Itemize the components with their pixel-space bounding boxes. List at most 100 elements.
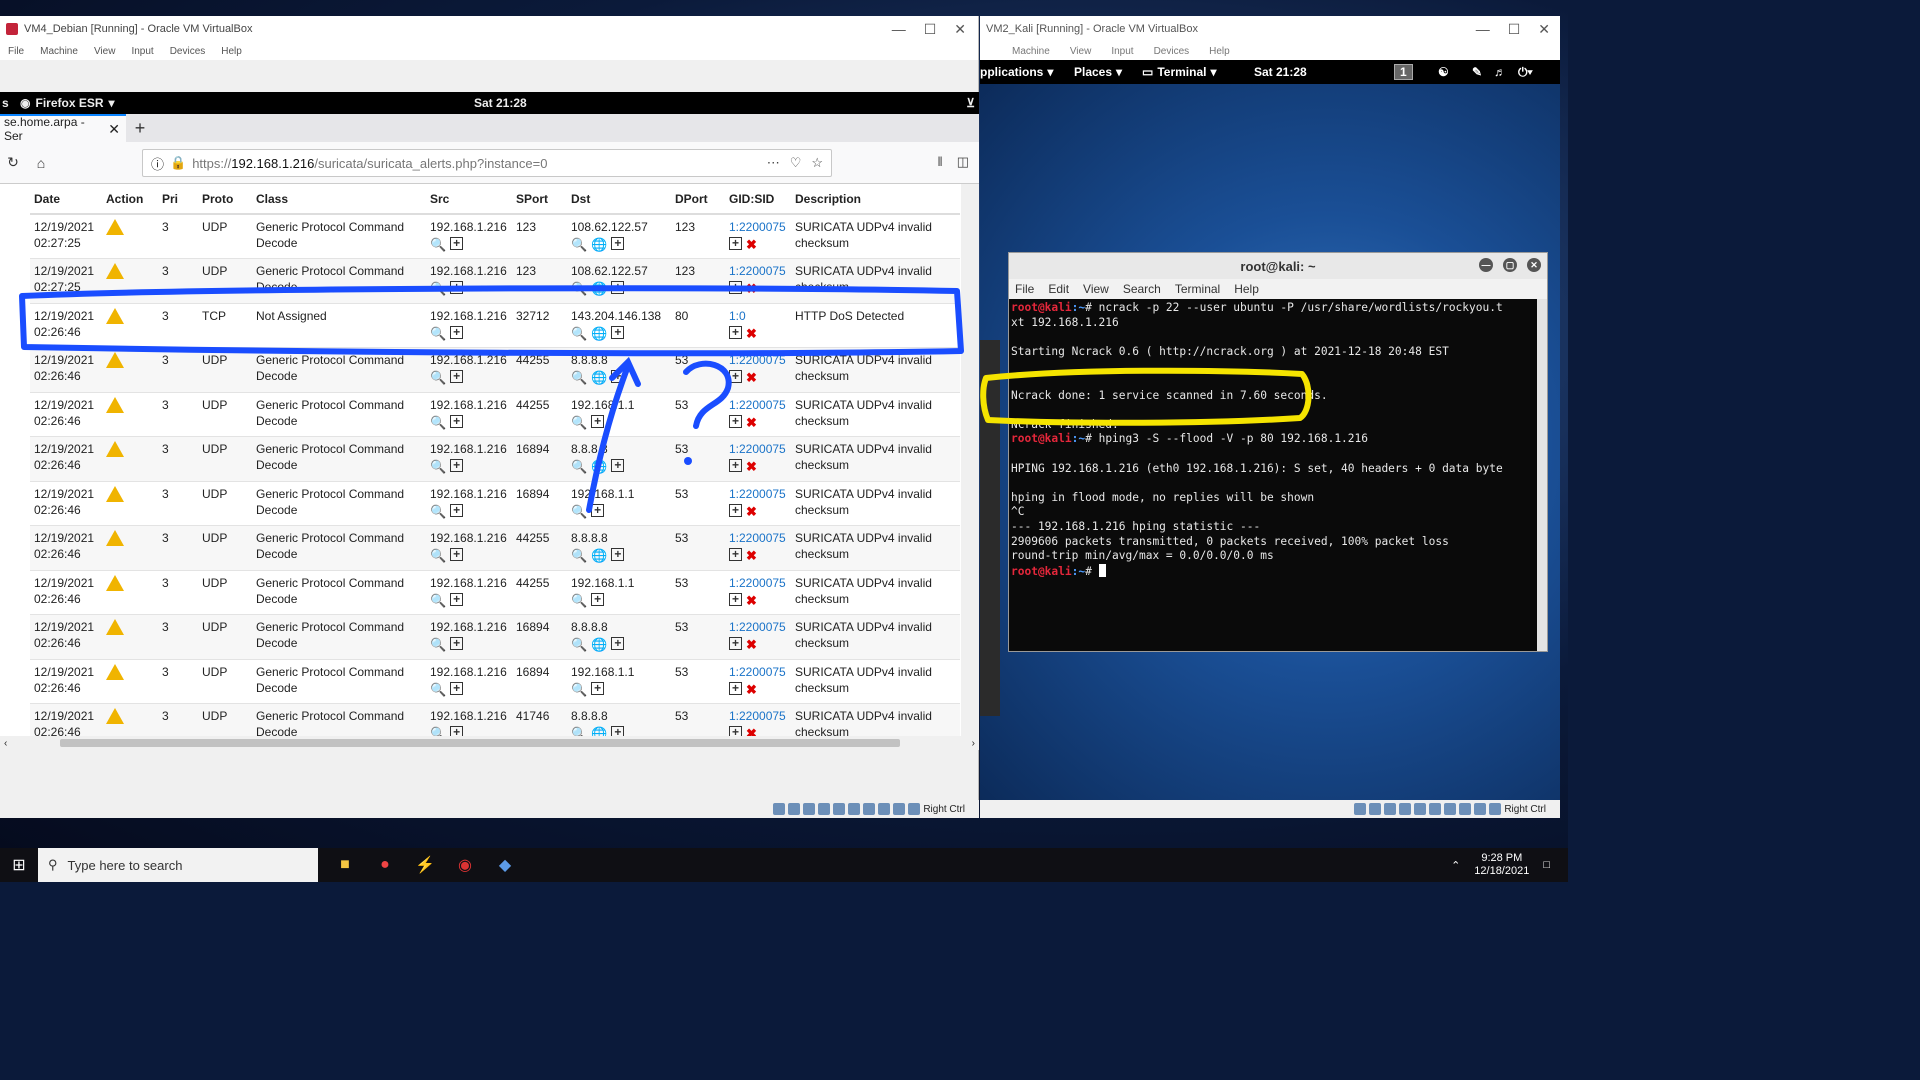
search-icon[interactable]: 🔍 xyxy=(430,281,446,297)
search-icon[interactable]: 🔍 xyxy=(571,682,587,698)
hdd-icon[interactable] xyxy=(773,803,786,815)
add-icon[interactable]: + xyxy=(611,637,625,650)
add-icon[interactable]: + xyxy=(611,237,625,250)
gid-sid-link[interactable]: 1:2200075 xyxy=(729,397,787,413)
add-icon[interactable]: + xyxy=(450,370,464,383)
table-row[interactable]: 12/19/2021 02:26:46 3 UDP Generic Protocol C… xyxy=(30,570,960,615)
menu-help[interactable]: Help xyxy=(221,46,242,57)
gid-sid-link[interactable]: 1:2200075 xyxy=(729,263,787,279)
search-icon[interactable]: 🔍 xyxy=(571,548,587,564)
delete-x-icon[interactable]: ✖ xyxy=(746,593,757,609)
globe-icon[interactable]: 🌐 xyxy=(591,281,607,297)
gid-sid-link[interactable]: 1:2200075 xyxy=(729,219,787,235)
optical-icon[interactable] xyxy=(788,803,801,815)
search-icon[interactable]: 🔍 xyxy=(430,726,446,736)
gid-sid-link[interactable]: 1:2200075 xyxy=(729,708,787,724)
display-icon[interactable] xyxy=(863,803,876,815)
network-adapter-icon[interactable] xyxy=(818,803,831,815)
menu-devices[interactable]: Devices xyxy=(170,46,206,57)
menu-input[interactable]: Input xyxy=(131,46,153,57)
volume-icon[interactable]: ♬ xyxy=(1494,65,1506,79)
minimize-icon[interactable]: — xyxy=(1479,258,1493,272)
tools-icon[interactable]: ✎ xyxy=(1472,65,1482,79)
add-icon[interactable]: + xyxy=(729,459,742,472)
tray-chevron-icon[interactable]: ⌃ xyxy=(1451,859,1460,872)
globe-icon[interactable]: 🌐 xyxy=(591,326,607,342)
add-icon[interactable]: + xyxy=(591,414,605,428)
minimize-icon[interactable]: — xyxy=(1476,21,1490,38)
term-menu-edit[interactable]: Edit xyxy=(1048,282,1069,296)
search-icon[interactable]: 🔍 xyxy=(571,370,587,386)
add-icon[interactable]: + xyxy=(450,459,464,472)
search-icon[interactable]: 🔍 xyxy=(571,459,587,475)
applications-menu[interactable]: pplications ▾ xyxy=(980,65,1053,79)
url-bar[interactable]: ⓘ 🔒 https://192.168.1.216/suricata/suric… xyxy=(142,149,832,177)
horizontal-scrollbar[interactable]: ‹ › xyxy=(0,736,979,750)
col-proto[interactable]: Proto xyxy=(198,184,252,215)
reload-icon[interactable]: ↻ xyxy=(0,150,26,176)
add-icon[interactable]: + xyxy=(611,325,625,339)
search-icon[interactable]: 🔍 xyxy=(571,637,587,653)
gnome-clock[interactable]: Sat 21:28 xyxy=(474,96,527,110)
hdd-icon[interactable] xyxy=(1354,803,1367,815)
usb-icon[interactable] xyxy=(1414,803,1427,815)
delete-x-icon[interactable]: ✖ xyxy=(746,415,757,431)
add-icon[interactable]: + xyxy=(729,503,742,517)
pocket-icon[interactable]: ♡ xyxy=(790,155,802,171)
shared-folder-icon[interactable] xyxy=(848,803,861,815)
activities-button[interactable]: s xyxy=(0,96,20,110)
delete-x-icon[interactable]: ✖ xyxy=(746,459,757,475)
col-src[interactable]: Src xyxy=(426,184,512,215)
add-icon[interactable]: + xyxy=(450,548,464,561)
terminal-app-menu[interactable]: ▭ Terminal ▾ xyxy=(1142,65,1217,79)
col-date[interactable]: Date xyxy=(30,184,102,215)
add-icon[interactable]: + xyxy=(729,637,742,650)
close-icon[interactable]: ✕ xyxy=(1538,21,1550,38)
search-icon[interactable]: 🔍 xyxy=(430,237,446,253)
camera-app-icon[interactable]: ◉ xyxy=(450,850,480,880)
gid-sid-link[interactable]: 1:2200075 xyxy=(729,619,787,635)
add-icon[interactable]: + xyxy=(729,414,742,428)
search-icon[interactable]: 🔍 xyxy=(571,726,587,736)
add-icon[interactable]: + xyxy=(611,459,625,472)
usb-icon[interactable] xyxy=(833,803,846,815)
add-icon[interactable]: + xyxy=(729,237,742,250)
bookmark-star-icon[interactable]: ☆ xyxy=(811,155,823,171)
menu-machine[interactable]: Machine xyxy=(40,46,78,57)
search-icon[interactable]: 🔍 xyxy=(571,504,587,520)
add-icon[interactable]: + xyxy=(450,681,464,695)
delete-x-icon[interactable]: ✖ xyxy=(746,504,757,520)
search-icon[interactable]: 🔍 xyxy=(430,637,446,653)
network-adapter-icon[interactable] xyxy=(1399,803,1412,815)
add-icon[interactable]: + xyxy=(729,726,742,736)
table-row[interactable]: 12/19/2021 02:26:46 3 UDP Generic Protocol C… xyxy=(30,703,960,736)
delete-x-icon[interactable]: ✖ xyxy=(746,370,757,386)
menu-view[interactable]: View xyxy=(1070,46,1092,57)
menu-help[interactable]: Help xyxy=(1209,46,1230,57)
term-menu-view[interactable]: View xyxy=(1083,282,1109,296)
add-icon[interactable]: + xyxy=(591,681,605,695)
col-gidsid[interactable]: GID:SID xyxy=(725,184,791,215)
col-dst[interactable]: Dst xyxy=(567,184,671,215)
table-row[interactable]: 12/19/2021 02:26:46 3 UDP Generic Protocol C… xyxy=(30,614,960,660)
lock-warning-icon[interactable]: 🔒 xyxy=(170,155,186,171)
menu-view[interactable]: View xyxy=(94,46,116,57)
search-icon[interactable]: 🔍 xyxy=(430,682,446,698)
col-action[interactable]: Action xyxy=(102,184,158,215)
table-row[interactable]: 12/19/2021 02:26:46 3 TCP Not Assigned 192.16… xyxy=(30,303,960,348)
search-icon[interactable]: 🔍 xyxy=(430,504,446,520)
search-icon[interactable]: 🔍 xyxy=(571,237,587,253)
search-icon[interactable]: 🔍 xyxy=(430,548,446,564)
add-icon[interactable]: + xyxy=(450,237,464,250)
term-menu-terminal[interactable]: Terminal xyxy=(1175,282,1220,296)
terminal-scrollbar[interactable] xyxy=(1537,299,1547,651)
workspace-indicator[interactable]: 1 xyxy=(1394,64,1413,80)
gid-sid-link[interactable]: 1:0 xyxy=(729,308,787,324)
places-menu[interactable]: Places ▾ xyxy=(1074,65,1122,79)
gid-sid-link[interactable]: 1:2200075 xyxy=(729,486,787,502)
table-row[interactable]: 12/19/2021 02:26:46 3 UDP Generic Protocol C… xyxy=(30,392,960,437)
term-menu-search[interactable]: Search xyxy=(1123,282,1161,296)
vertical-scrollbar[interactable] xyxy=(961,184,979,736)
page-actions-icon[interactable]: ⋯ xyxy=(767,155,780,171)
close-tab-icon[interactable]: ✕ xyxy=(108,121,126,138)
